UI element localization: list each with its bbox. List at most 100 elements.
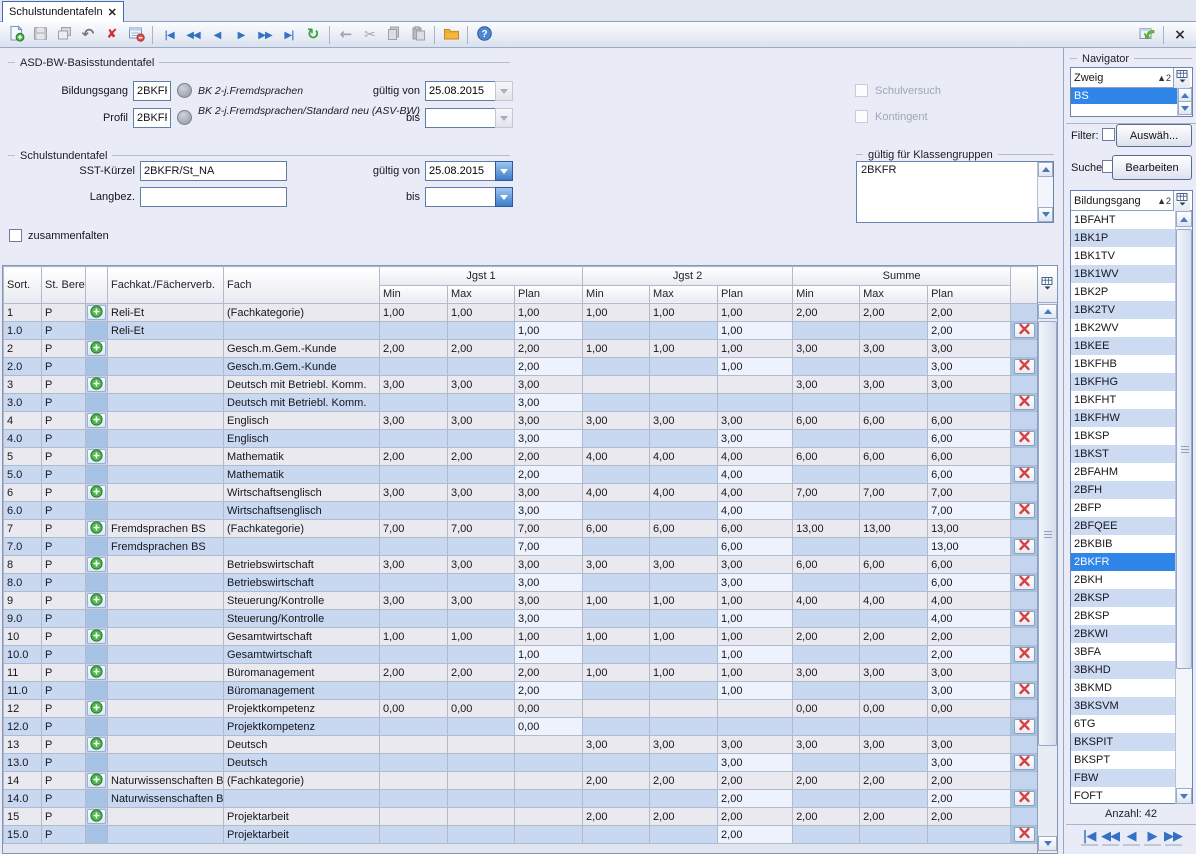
cell-value[interactable]: 4,00 xyxy=(928,610,1011,628)
cell-fachkat[interactable]: Reli-Et xyxy=(108,322,224,340)
cell-value[interactable]: 0,00 xyxy=(793,700,860,718)
cell-value[interactable]: 0,00 xyxy=(380,700,448,718)
cell-value[interactable]: 6,00 xyxy=(793,412,860,430)
cell-value[interactable]: 2,00 xyxy=(650,772,718,790)
nav-first-button[interactable]: |◀ xyxy=(158,24,180,46)
cell-value[interactable] xyxy=(793,502,860,520)
cell-value[interactable] xyxy=(380,718,448,736)
cell-st-bereich[interactable]: P xyxy=(42,682,86,700)
cell-fach[interactable]: Wirtschaftsenglisch xyxy=(224,502,380,520)
cell-value[interactable]: 2,00 xyxy=(928,772,1011,790)
cell-sort[interactable]: 7.0 xyxy=(4,538,42,556)
bildungsgang-field[interactable] xyxy=(133,81,171,101)
cell-value[interactable] xyxy=(860,826,928,844)
scroll-up-button[interactable] xyxy=(1176,211,1192,227)
cell-value[interactable] xyxy=(860,718,928,736)
cell-value[interactable] xyxy=(860,358,928,376)
bildungsgang-item[interactable]: 2BKSP xyxy=(1071,589,1175,607)
cell-value[interactable] xyxy=(793,682,860,700)
bildungsgang-item[interactable]: FOFT xyxy=(1071,787,1175,803)
cell-value[interactable]: 3,00 xyxy=(860,664,928,682)
bildungsgang-item[interactable]: 1BKSP xyxy=(1071,427,1175,445)
cell-value[interactable] xyxy=(448,772,515,790)
list-fast-prev-button[interactable]: ◀◀ xyxy=(1102,828,1119,846)
cell-value[interactable] xyxy=(718,718,793,736)
cell-value[interactable]: 2,00 xyxy=(860,772,928,790)
cell-value[interactable]: 3,00 xyxy=(793,736,860,754)
cell-st-bereich[interactable]: P xyxy=(42,664,86,682)
cell-value[interactable] xyxy=(380,574,448,592)
refresh-button[interactable]: ↻ xyxy=(302,24,324,46)
scrollbar-thumb[interactable] xyxy=(1038,321,1057,746)
cell-value[interactable] xyxy=(583,790,650,808)
cell-value[interactable]: 2,00 xyxy=(515,682,583,700)
cell-sort[interactable]: 5 xyxy=(4,448,42,466)
cell-fachkat[interactable] xyxy=(108,412,224,430)
cell-value[interactable] xyxy=(793,430,860,448)
sst-bis-dropdown-button[interactable] xyxy=(495,187,513,207)
cell-fach[interactable]: Gesch.m.Gem.-Kunde xyxy=(224,340,380,358)
bildungsgang-item[interactable]: 2BKBIB xyxy=(1071,535,1175,553)
cell-value[interactable]: 1,00 xyxy=(718,304,793,322)
cell-value[interactable]: 2,00 xyxy=(515,664,583,682)
cell-value[interactable]: 2,00 xyxy=(448,340,515,358)
cell-st-bereich[interactable]: P xyxy=(42,736,86,754)
filter-auswaehlen-button[interactable]: Auswäh... xyxy=(1116,124,1192,147)
cell-value[interactable]: 4,00 xyxy=(928,592,1011,610)
cell-fachkat[interactable] xyxy=(108,448,224,466)
cell-value[interactable] xyxy=(380,808,448,826)
filter-checkbox[interactable] xyxy=(1102,128,1115,141)
cell-value[interactable] xyxy=(448,610,515,628)
cell-fachkat[interactable] xyxy=(108,502,224,520)
column-chooser-button[interactable] xyxy=(1173,191,1190,211)
cell-fach[interactable]: (Fachkategorie) xyxy=(224,520,380,538)
cell-fachkat[interactable] xyxy=(108,646,224,664)
scroll-up-button[interactable] xyxy=(1038,304,1057,319)
cell-value[interactable] xyxy=(448,682,515,700)
cell-st-bereich[interactable]: P xyxy=(42,322,86,340)
cell-value[interactable]: 1,00 xyxy=(650,304,718,322)
cell-sort[interactable]: 1 xyxy=(4,304,42,322)
folder-button[interactable] xyxy=(440,24,462,46)
delete-row-button[interactable] xyxy=(1014,467,1035,482)
klassengruppe-item[interactable]: 2BKFR xyxy=(857,162,1036,178)
cell-sort[interactable]: 11 xyxy=(4,664,42,682)
cell-value[interactable] xyxy=(650,790,718,808)
cell-value[interactable] xyxy=(650,682,718,700)
cell-value[interactable]: 7,00 xyxy=(380,520,448,538)
list-prev-button[interactable]: ◀ xyxy=(1123,828,1140,846)
cell-value[interactable] xyxy=(583,538,650,556)
cell-value[interactable]: 3,00 xyxy=(718,430,793,448)
cell-st-bereich[interactable]: P xyxy=(42,808,86,826)
cell-fachkat[interactable] xyxy=(108,340,224,358)
cell-sort[interactable]: 8 xyxy=(4,556,42,574)
bildungsgang-item[interactable]: 2BFQEE xyxy=(1071,517,1175,535)
cell-value[interactable]: 4,00 xyxy=(860,592,928,610)
cell-value[interactable] xyxy=(583,322,650,340)
cell-fach[interactable]: Gesamtwirtschaft xyxy=(224,628,380,646)
bildungsgang-item[interactable]: 2BFH xyxy=(1071,481,1175,499)
new-record-button[interactable] xyxy=(5,24,27,46)
cell-value[interactable]: 6,00 xyxy=(650,520,718,538)
cell-value[interactable]: 4,00 xyxy=(650,448,718,466)
cell-value[interactable]: 4,00 xyxy=(718,502,793,520)
cell-value[interactable]: 3,00 xyxy=(928,754,1011,772)
cell-value[interactable]: 3,00 xyxy=(860,340,928,358)
sst-gueltig-von-field[interactable] xyxy=(425,161,495,181)
cell-value[interactable]: 3,00 xyxy=(515,610,583,628)
cell-value[interactable] xyxy=(793,538,860,556)
cell-value[interactable]: 3,00 xyxy=(718,412,793,430)
cell-value[interactable]: 1,00 xyxy=(583,628,650,646)
cell-value[interactable]: 6,00 xyxy=(860,412,928,430)
cell-value[interactable]: 2,00 xyxy=(928,790,1011,808)
cell-fach[interactable]: Gesch.m.Gem.-Kunde xyxy=(224,358,380,376)
cell-st-bereich[interactable]: P xyxy=(42,556,86,574)
cell-st-bereich[interactable]: P xyxy=(42,520,86,538)
cell-value[interactable]: 2,00 xyxy=(515,358,583,376)
add-row-button[interactable] xyxy=(87,377,106,392)
cell-fach[interactable]: Deutsch mit Betriebl. Komm. xyxy=(224,376,380,394)
bildungsgang-item[interactable]: 2BFAHM xyxy=(1071,463,1175,481)
cell-value[interactable]: 13,00 xyxy=(928,520,1011,538)
cell-value[interactable]: 3,00 xyxy=(793,376,860,394)
column-chooser-button[interactable] xyxy=(1038,266,1057,303)
